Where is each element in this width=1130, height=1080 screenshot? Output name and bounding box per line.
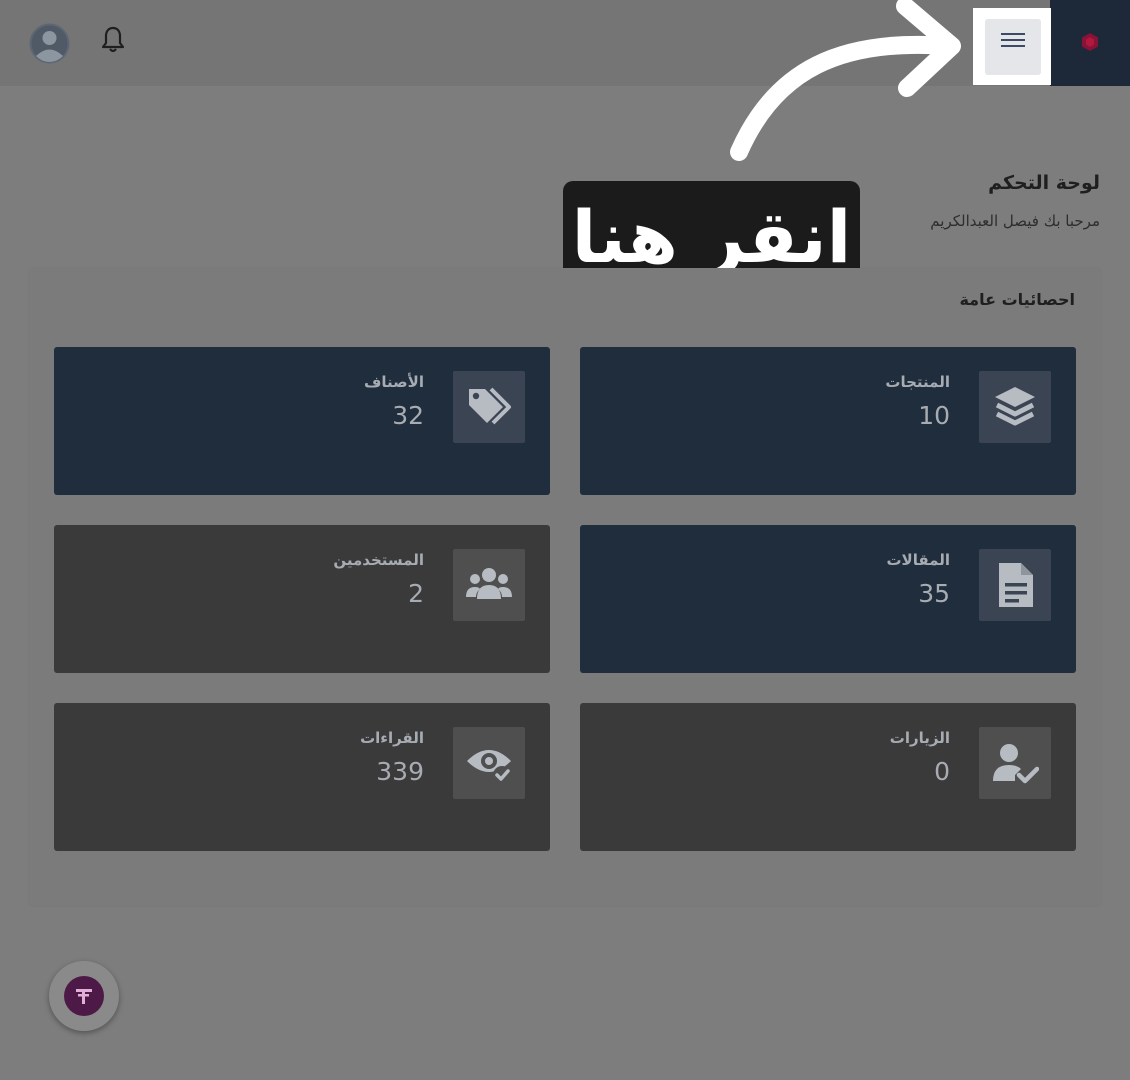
stat-card-value: 32 [392, 401, 424, 430]
stat-card-icon-box [979, 549, 1051, 621]
stats-panel-title: احصائيات عامة [959, 290, 1075, 309]
stat-card-value: 339 [376, 757, 424, 786]
stat-card-products[interactable]: المنتجات 10 [580, 347, 1076, 495]
tags-icon [469, 387, 511, 425]
user-check-icon [993, 744, 1039, 784]
stat-card-label: الزيارات [889, 729, 950, 747]
bell-icon[interactable] [101, 26, 125, 54]
floating-app-button[interactable] [49, 961, 119, 1031]
page-title: لوحة التحكم [988, 172, 1100, 194]
stat-card-label: المنتجات [885, 373, 950, 391]
user-avatar-icon[interactable] [29, 23, 70, 64]
stat-card-value: 2 [408, 579, 424, 608]
brand-logo-icon [1082, 33, 1098, 51]
users-icon [466, 568, 512, 599]
stat-card-value: 0 [934, 757, 950, 786]
app-logo-icon [76, 989, 92, 1004]
stat-card-value: 10 [918, 401, 950, 430]
pointer-arrow [730, 0, 961, 161]
stat-card-value: 35 [918, 579, 950, 608]
stat-card-icon-box [453, 371, 525, 443]
stat-card-visits[interactable]: الزيارات 0 [580, 703, 1076, 851]
stat-card-label: القراءات [360, 729, 424, 747]
stat-card-reads[interactable]: القراءات 339 [54, 703, 550, 851]
hamburger-menu-icon [1001, 33, 1025, 47]
stat-card-users[interactable]: المستخدمين 2 [54, 525, 550, 673]
stat-card-label: الأصناف [364, 373, 424, 391]
stat-card-articles[interactable]: المقالات 35 [580, 525, 1076, 673]
stat-card-label: المستخدمين [333, 551, 424, 569]
welcome-message: مرحبا بك فيصل العبدالكريم [930, 212, 1100, 230]
sidebar-brand-strip [1050, 0, 1130, 86]
stat-card-icon-box [979, 371, 1051, 443]
stat-card-icon-box [453, 549, 525, 621]
eye-check-icon [467, 750, 511, 784]
document-icon [999, 563, 1033, 607]
stat-card-icon-box [453, 727, 525, 799]
layers-icon [995, 387, 1035, 426]
stat-card-categories[interactable]: الأصناف 32 [54, 347, 550, 495]
stat-card-label: المقالات [886, 551, 950, 569]
stat-card-icon-box [979, 727, 1051, 799]
menu-toggle-button[interactable] [985, 19, 1041, 75]
fab-badge [64, 976, 104, 1016]
